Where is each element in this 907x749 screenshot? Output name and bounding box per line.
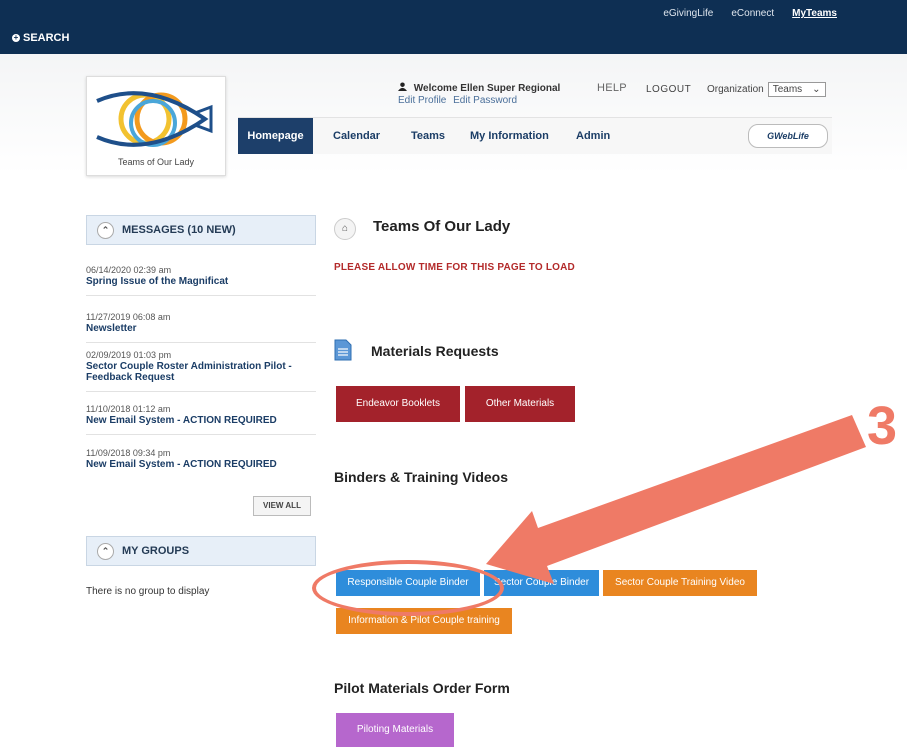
nav-homepage[interactable]: Homepage (238, 118, 313, 154)
econnect-link[interactable]: eConnect (731, 8, 774, 19)
main-nav: Homepage Calendar Teams My Information A… (238, 117, 832, 154)
search-toggle[interactable]: + SEARCH (12, 32, 69, 44)
org-select[interactable]: Teams ⌄ (767, 82, 826, 97)
my-groups-label: MY GROUPS (122, 545, 190, 557)
search-label: SEARCH (23, 32, 70, 44)
logout-link[interactable]: LOGOUT (646, 84, 691, 95)
my-groups-header[interactable]: ⌃ MY GROUPS (86, 536, 316, 566)
message-date: 11/27/2019 06:08 am (86, 312, 171, 322)
collapse-icon: ⌃ (97, 221, 114, 239)
message-date: 11/10/2018 01:12 am (86, 404, 171, 414)
site-logo[interactable]: Teams of Our Lady (86, 76, 226, 176)
org-value: Teams (772, 84, 803, 95)
gweblife-button[interactable]: GWebLife (748, 124, 828, 148)
home-icon: ⌂ (334, 218, 356, 240)
nav-admin[interactable]: Admin (576, 118, 610, 154)
plus-icon: + (12, 33, 20, 42)
edit-password-link[interactable]: Edit Password (453, 95, 517, 106)
load-notice: PLEASE ALLOW TIME FOR THIS PAGE TO LOAD (334, 262, 575, 273)
message-title[interactable]: New Email System - ACTION REQUIRED (86, 459, 316, 470)
egivinglife-link[interactable]: eGivingLife (663, 8, 713, 19)
top-bar: eGivingLife eConnect MyTeams + SEARCH (0, 0, 907, 54)
help-link[interactable]: HELP (597, 82, 627, 94)
edit-profile-link[interactable]: Edit Profile (398, 95, 446, 106)
myteams-link[interactable]: MyTeams (792, 8, 837, 19)
page-title: Teams Of Our Lady (373, 218, 511, 235)
piloting-materials-button[interactable]: Piloting Materials (336, 713, 454, 747)
message-title[interactable]: Spring Issue of the Magnificat (86, 276, 316, 287)
message-item[interactable]: 11/27/2019 06:08 am Newsletter (86, 312, 316, 343)
document-icon (334, 339, 352, 361)
other-materials-button[interactable]: Other Materials (465, 386, 575, 422)
message-title[interactable]: Newsletter (86, 323, 316, 334)
binders-title: Binders & Training Videos (334, 469, 509, 485)
org-label: Organization (707, 84, 764, 95)
message-date: 02/09/2019 01:03 pm (86, 350, 172, 360)
messages-header-label: MESSAGES (10 NEW) (122, 224, 236, 236)
welcome-text: Welcome Ellen Super Regional (413, 83, 561, 94)
nav-my-information[interactable]: My Information (470, 118, 549, 154)
view-all-button[interactable]: VIEW ALL (253, 496, 311, 516)
message-date: 06/14/2020 02:39 am (86, 265, 172, 275)
materials-title: Materials Requests (371, 343, 499, 359)
message-item[interactable]: 11/09/2018 09:34 pm New Email System - A… (86, 448, 316, 470)
nav-calendar[interactable]: Calendar (333, 118, 380, 154)
endeavor-booklets-button[interactable]: Endeavor Booklets (336, 386, 460, 422)
annotation-ellipse (312, 560, 504, 616)
message-title[interactable]: Sector Couple Roster Administration Pilo… (86, 361, 316, 383)
user-icon (398, 82, 407, 95)
fish-logo-icon (96, 91, 213, 147)
annotation-number: 3 (867, 396, 898, 456)
no-group-text: There is no group to display (86, 586, 210, 597)
nav-teams[interactable]: Teams (411, 118, 445, 154)
welcome-block: Welcome Ellen Super Regional Edit Profil… (398, 82, 560, 107)
message-item[interactable]: 02/09/2019 01:03 pm Sector Couple Roster… (86, 350, 316, 392)
pilot-title: Pilot Materials Order Form (334, 680, 510, 696)
top-links: eGivingLife eConnect MyTeams (663, 8, 837, 19)
logo-text: Teams of Our Lady (117, 157, 195, 167)
message-date: 11/09/2018 09:34 pm (86, 448, 171, 458)
collapse-icon: ⌃ (97, 542, 114, 560)
messages-header[interactable]: ⌃ MESSAGES (10 NEW) (86, 215, 316, 245)
organization-selector: Organization Teams ⌄ (707, 82, 826, 97)
sector-couple-training-video-button[interactable]: Sector Couple Training Video (603, 570, 757, 596)
message-title[interactable]: New Email System - ACTION REQUIRED (86, 415, 316, 426)
message-item[interactable]: 11/10/2018 01:12 am New Email System - A… (86, 404, 316, 435)
message-item[interactable]: 06/14/2020 02:39 am Spring Issue of the … (86, 265, 316, 296)
chevron-down-icon: ⌄ (812, 84, 821, 95)
